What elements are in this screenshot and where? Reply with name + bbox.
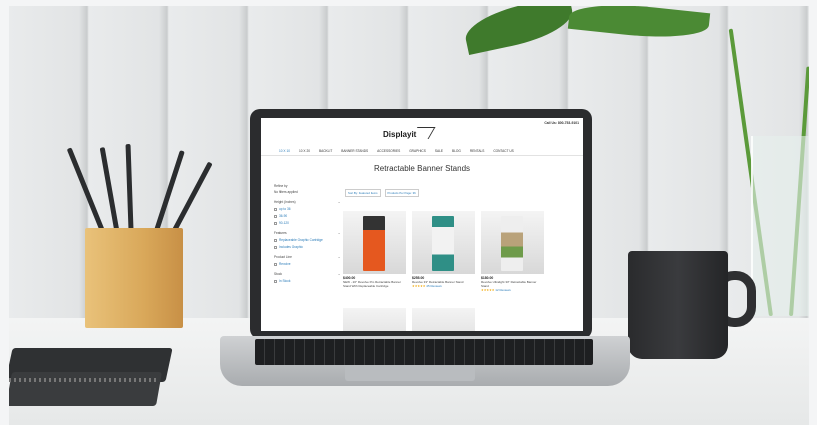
checkbox-icon [274,279,277,283]
filter-option[interactable]: In Stock [274,279,340,283]
product-card[interactable]: $400.00 NEW - 20" Revolve Pro Retractabl… [343,211,406,292]
per-page-select[interactable]: Products Per Page: 36 [384,189,419,197]
banner-stand-image [363,216,385,271]
checkbox-icon [274,245,277,249]
product-grid: $400.00 NEW - 20" Revolve Pro Retractabl… [343,211,544,292]
product-grid-row-2 [343,308,475,331]
sort-select[interactable]: Sort By: Featured Items [345,189,381,197]
laptop-trackpad [345,365,475,381]
filter-option[interactable]: Revolve [274,262,340,266]
logo-mark-icon [410,127,436,139]
laptop-keyboard [255,339,593,365]
page-title: Retractable Banner Stands [373,164,471,173]
filter-option[interactable]: 36-90 [274,214,340,218]
nav-item[interactable]: SALE [435,149,443,153]
star-rating-icon: ★★★★★ [412,284,426,288]
sort-controls: Sort By: Featured Items Products Per Pag… [345,189,419,197]
laptop-screen: Call Us: 800-753-9101 Displayit 10 X 10 … [261,118,583,331]
banner-stand-image [432,216,454,271]
checkbox-icon [274,221,277,225]
collapse-icon: – [338,272,340,276]
collapse-icon: – [338,255,340,259]
nav-item[interactable]: BACKLIT [319,149,332,153]
filter-sidebar: Refine by No filters applied Height (Inc… [274,184,340,286]
filter-option[interactable]: up to 36 [274,207,340,211]
nav-item[interactable]: GRAPHICS [409,149,426,153]
star-rating-icon: ★★★★★ [481,288,495,292]
pencil-cup [85,228,183,328]
collapse-icon: – [338,231,340,235]
filter-group-heading[interactable]: Product Line – [274,255,340,259]
product-image[interactable] [481,211,544,274]
filter-option[interactable]: Replaceable Graphic Cartridge [274,238,340,242]
product-image[interactable] [343,308,406,331]
coffee-mug [628,251,728,359]
product-image[interactable] [412,308,475,331]
product-image[interactable] [412,211,475,274]
site-nav: 10 X 10 10 X 20 BACKLIT BANNER STANDS AC… [279,149,514,153]
nav-divider [261,155,583,156]
filter-option[interactable]: Includes Graphic [274,245,340,249]
nav-item[interactable]: CONTACT US [493,149,513,153]
checkbox-icon [274,238,277,242]
filter-option[interactable]: 90-120 [274,221,340,225]
checkbox-icon [274,262,277,266]
nav-item[interactable]: 10 X 20 [299,149,310,153]
product-card[interactable]: $180.00 Revolve Ultralight 33" Retractab… [481,211,544,292]
filter-group-heading[interactable]: Height (Inches) – [274,200,340,204]
product-reviews[interactable]: ★★★★★ 45 Reviews [412,284,475,288]
refine-value: No filters applied [274,190,298,194]
notebook-spiral [9,378,159,382]
filter-group-heading[interactable]: Stock – [274,272,340,276]
product-reviews[interactable]: ★★★★★ 12 Reviews [481,288,544,292]
product-name[interactable]: Revolve Ultralight 33" Retractable Banne… [481,280,544,288]
banner-stand-image [501,216,523,271]
nav-item[interactable]: ACCESSORIES [377,149,400,153]
nav-item[interactable]: BLOG [452,149,461,153]
checkbox-icon [274,207,277,211]
collapse-icon: – [338,200,340,204]
product-image[interactable] [343,211,406,274]
photo-frame: Call Us: 800-753-9101 Displayit 10 X 10 … [9,6,809,425]
refine-label: Refine by [274,184,288,188]
filter-group-heading[interactable]: Features – [274,231,340,235]
product-name[interactable]: NEW - 20" Revolve Pro Retractable Banner… [343,280,406,288]
call-us-text: Call Us: 800-753-9101 [544,121,579,125]
nav-item[interactable]: BANNER STANDS [341,149,368,153]
nav-item[interactable]: RENTALS [470,149,484,153]
checkbox-icon [274,214,277,218]
nav-item[interactable]: 10 X 10 [279,149,290,153]
glass-vase [751,136,809,316]
product-card[interactable]: $255.00 Revolve 33" Retractable Banner S… [412,211,475,292]
